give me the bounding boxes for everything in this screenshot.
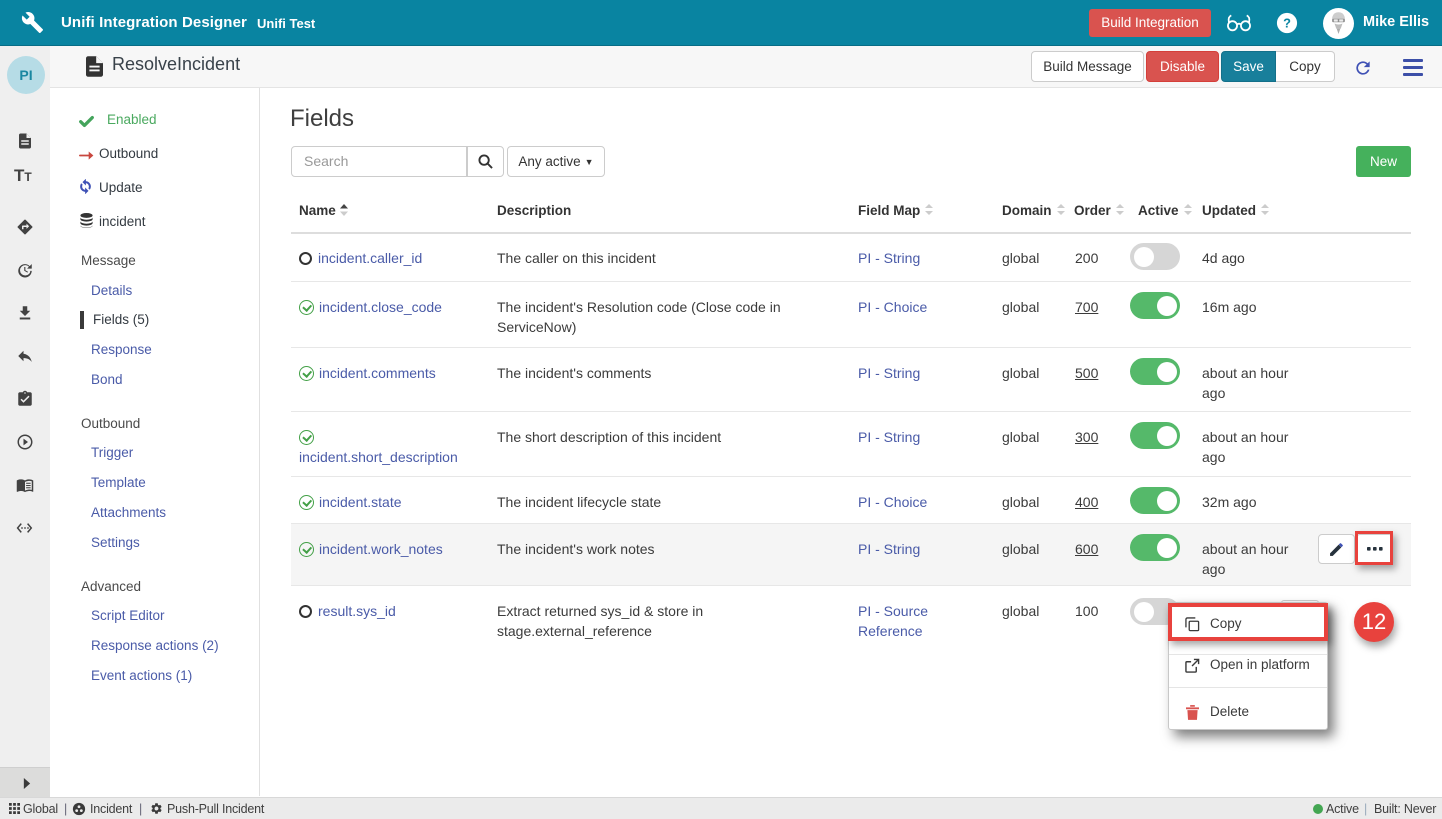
svg-text:?: ? bbox=[1283, 16, 1291, 31]
